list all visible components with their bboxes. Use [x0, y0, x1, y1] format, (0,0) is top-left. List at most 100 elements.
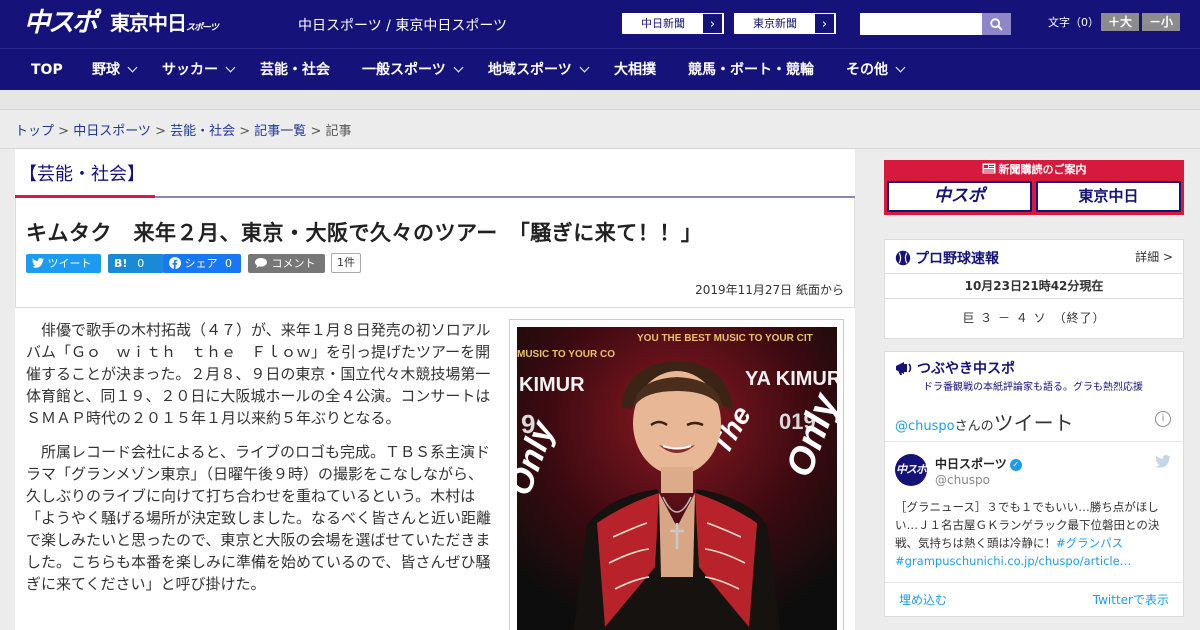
- font-size-label: 文字（0）: [1048, 16, 1099, 29]
- breadcrumb: トップ > 中日スポーツ > 芸能・社会 > 記事一覧 > 記事: [15, 120, 352, 139]
- hatena-icon: B!: [114, 257, 128, 270]
- timeline-handle[interactable]: @chuspo: [895, 419, 955, 434]
- chevron-right-icon: ›: [814, 13, 835, 34]
- search-button[interactable]: [982, 13, 1011, 35]
- hatena-count: 0: [137, 257, 145, 270]
- timeline-header: @chuspoさんのツイート: [895, 407, 1074, 436]
- subscription-ad[interactable]: 新聞購読のご案内 中スポ 東京中日: [884, 160, 1184, 215]
- article-headline: キムタク 来年２月、東京・大阪で久々のツアー 「騒ぎに来て！！」: [26, 221, 703, 245]
- breadcrumb-separator: >: [150, 124, 171, 139]
- twitter-timeline-widget: @chuspoさんのツイート i 中スポ 中日スポーツ ✓ @chuspo ［グラ…: [885, 402, 1183, 612]
- nav-item-general-sports[interactable]: 一般スポーツ: [362, 49, 464, 91]
- facebook-count: 0: [225, 257, 232, 270]
- twitter-bird-icon[interactable]: [1155, 455, 1171, 468]
- tweets-panel: つぶやき中スポ ドラ番観戦の本紙評論家も語る。グラも熱烈応援 @chuspoさん…: [884, 351, 1184, 617]
- logo-chuspo[interactable]: 中スポ: [24, 8, 98, 38]
- site-title: 中日スポーツ / 東京中日スポーツ: [298, 18, 508, 34]
- chevron-down-icon: [127, 62, 138, 73]
- embed-link[interactable]: 埋め込む: [899, 591, 947, 608]
- nav-item-label: 野球: [92, 62, 120, 78]
- photo-text-arc-left: MUSIC TO YOUR CO: [517, 349, 615, 360]
- view-on-twitter-link[interactable]: Twitterで表示: [1093, 591, 1169, 608]
- baseball-scores-title: プロ野球速報: [895, 248, 999, 268]
- facebook-share-button[interactable]: シェア 0: [163, 254, 241, 273]
- avatar[interactable]: 中スポ: [895, 454, 927, 486]
- baseball-icon: [895, 250, 911, 266]
- article-paragraph: 所属レコード会社によると、ライブのロゴも完成。ＴＢＳ系主演ドラマ「グランメゾン東…: [26, 443, 492, 593]
- baseball-scores-title-text: プロ野球速報: [915, 251, 999, 267]
- nav-item-soccer[interactable]: サッカー: [162, 49, 236, 91]
- tweet-link[interactable]: #grampuschunichi.co.jp/chuspo/article…: [895, 554, 1131, 568]
- facebook-icon: [169, 257, 181, 269]
- article-date: 2019年11月27日 紙面から: [695, 283, 844, 297]
- tweet-label: ツイート: [47, 257, 92, 270]
- main-nav: TOP 野球 サッカー 芸能・社会 一般スポーツ 地域スポーツ 大相撲 競馬・ボ…: [0, 48, 1200, 90]
- megaphone-icon: [896, 362, 912, 375]
- article-body: 俳優で歌手の木村拓哉（４７）が、来年１月８日発売の初ソロアルバム「Ｇｏ ｗｉｔｈ…: [26, 319, 491, 607]
- logo-tokyo-chunichi-small: スポーツ: [186, 23, 219, 33]
- tweets-panel-title: つぶやき中スポ: [895, 358, 1015, 378]
- sub-bar: [0, 90, 1200, 110]
- nav-item-others[interactable]: その他: [846, 49, 906, 91]
- tweets-panel-subtitle: ドラ番観戦の本紙評論家も語る。グラも熱烈応援: [923, 382, 1143, 393]
- tweet-account-name[interactable]: 中日スポーツ ✓: [935, 455, 1022, 472]
- game-score[interactable]: 巨 ３ － ４ ソ （終了）: [885, 309, 1183, 326]
- nav-item-entertainment[interactable]: 芸能・社会: [260, 49, 330, 91]
- ad-logo-chuspo[interactable]: 中スポ: [887, 181, 1032, 212]
- nav-item-label: その他: [846, 62, 888, 78]
- tweet-hashtag[interactable]: #グランパス: [1056, 536, 1123, 550]
- nav-item-local-sports[interactable]: 地域スポーツ: [488, 49, 590, 91]
- facebook-share-label: シェア: [184, 257, 218, 270]
- ext-link-label: 東京新聞: [753, 17, 797, 30]
- breadcrumb-link-entertainment[interactable]: 芸能・社会: [170, 124, 235, 139]
- comment-button[interactable]: コメント: [248, 254, 325, 273]
- nav-item-label: TOP: [31, 62, 63, 78]
- nav-item-racing[interactable]: 競馬・ボート・競輪: [688, 49, 814, 91]
- nav-item-label: 競馬・ボート・競輪: [688, 62, 814, 78]
- speech-bubble-icon: [255, 258, 267, 268]
- article-paragraph: 俳優で歌手の木村拓哉（４７）が、来年１月８日発売の初ソロアルバム「Ｇｏ ｗｉｔｈ…: [26, 321, 491, 427]
- photo-text-name-right: YA KIMURA: [745, 368, 837, 390]
- logo-tokyo-chunichi[interactable]: 東京中日スポーツ: [110, 11, 219, 40]
- tokyo-shimbun-link[interactable]: 東京新聞 ›: [734, 13, 836, 34]
- breadcrumb-link-article-list[interactable]: 記事一覧: [254, 124, 306, 139]
- chevron-down-icon: [453, 62, 464, 73]
- scores-detail-link[interactable]: 詳細 >: [1135, 248, 1173, 265]
- nav-item-top[interactable]: TOP: [31, 49, 63, 91]
- comment-label: コメント: [271, 257, 316, 270]
- tweet-text: ［グラニュース］３でも１でもいい…勝ち点がほしい…Ｊ１名古屋ＧＫランゲラック最下…: [895, 498, 1175, 570]
- chevron-right-icon: ›: [702, 13, 723, 34]
- verified-badge-icon: ✓: [1009, 458, 1022, 471]
- comment-count-badge[interactable]: 1件: [331, 253, 361, 273]
- search-input[interactable]: [860, 13, 982, 35]
- photo-text-name-left: KIMUR: [519, 374, 585, 396]
- chevron-down-icon: [225, 62, 236, 73]
- hatena-bookmark-button[interactable]: B! 0: [108, 254, 164, 273]
- article-photo-frame[interactable]: MUSIC TO YOUR CO YOU THE BEST MUSIC TO Y…: [509, 319, 844, 630]
- nav-item-label: 地域スポーツ: [488, 62, 572, 78]
- subscription-ad-label: 新聞購読のご案内: [998, 163, 1087, 176]
- chevron-down-icon: [895, 62, 906, 73]
- chunichi-shimbun-link[interactable]: 中日新聞 ›: [622, 13, 724, 34]
- info-icon[interactable]: i: [1155, 411, 1171, 427]
- nav-item-label: 大相撲: [614, 62, 656, 78]
- font-size-increase-button[interactable]: ＋大: [1101, 13, 1139, 31]
- breadcrumb-link-chunichi-sports[interactable]: 中日スポーツ: [73, 124, 151, 139]
- kimura-album-photo: MUSIC TO YOUR CO YOU THE BEST MUSIC TO Y…: [517, 327, 837, 630]
- nav-item-label: 一般スポーツ: [362, 62, 446, 78]
- breadcrumb-link-top[interactable]: トップ: [15, 124, 54, 139]
- font-size-decrease-button[interactable]: －小: [1142, 13, 1180, 31]
- baseball-scores-panel: プロ野球速報 詳細 > 10月23日21時42分現在 巨 ３ － ４ ソ （終了…: [884, 239, 1184, 339]
- photo-text-arc-right: YOU THE BEST MUSIC TO YOUR CIT: [637, 333, 813, 344]
- chevron-down-icon: [579, 62, 590, 73]
- search-icon: [990, 18, 1003, 31]
- timeline-tweet-label: ツイート: [993, 411, 1074, 435]
- ad-logo-tokyo-chunichi[interactable]: 東京中日: [1036, 181, 1181, 212]
- article-photo: MUSIC TO YOUR CO YOU THE BEST MUSIC TO Y…: [517, 327, 837, 630]
- tweet-account-handle[interactable]: @chuspo: [935, 473, 990, 487]
- nav-item-baseball[interactable]: 野球: [92, 49, 138, 91]
- tweet-account-name-text: 中日スポーツ: [935, 457, 1007, 471]
- top-header: 中スポ 東京中日スポーツ 中日スポーツ / 東京中日スポーツ 中日新聞 › 東京…: [0, 0, 1200, 48]
- tweet-button[interactable]: ツイート: [26, 254, 101, 273]
- nav-item-sumo[interactable]: 大相撲: [614, 49, 656, 91]
